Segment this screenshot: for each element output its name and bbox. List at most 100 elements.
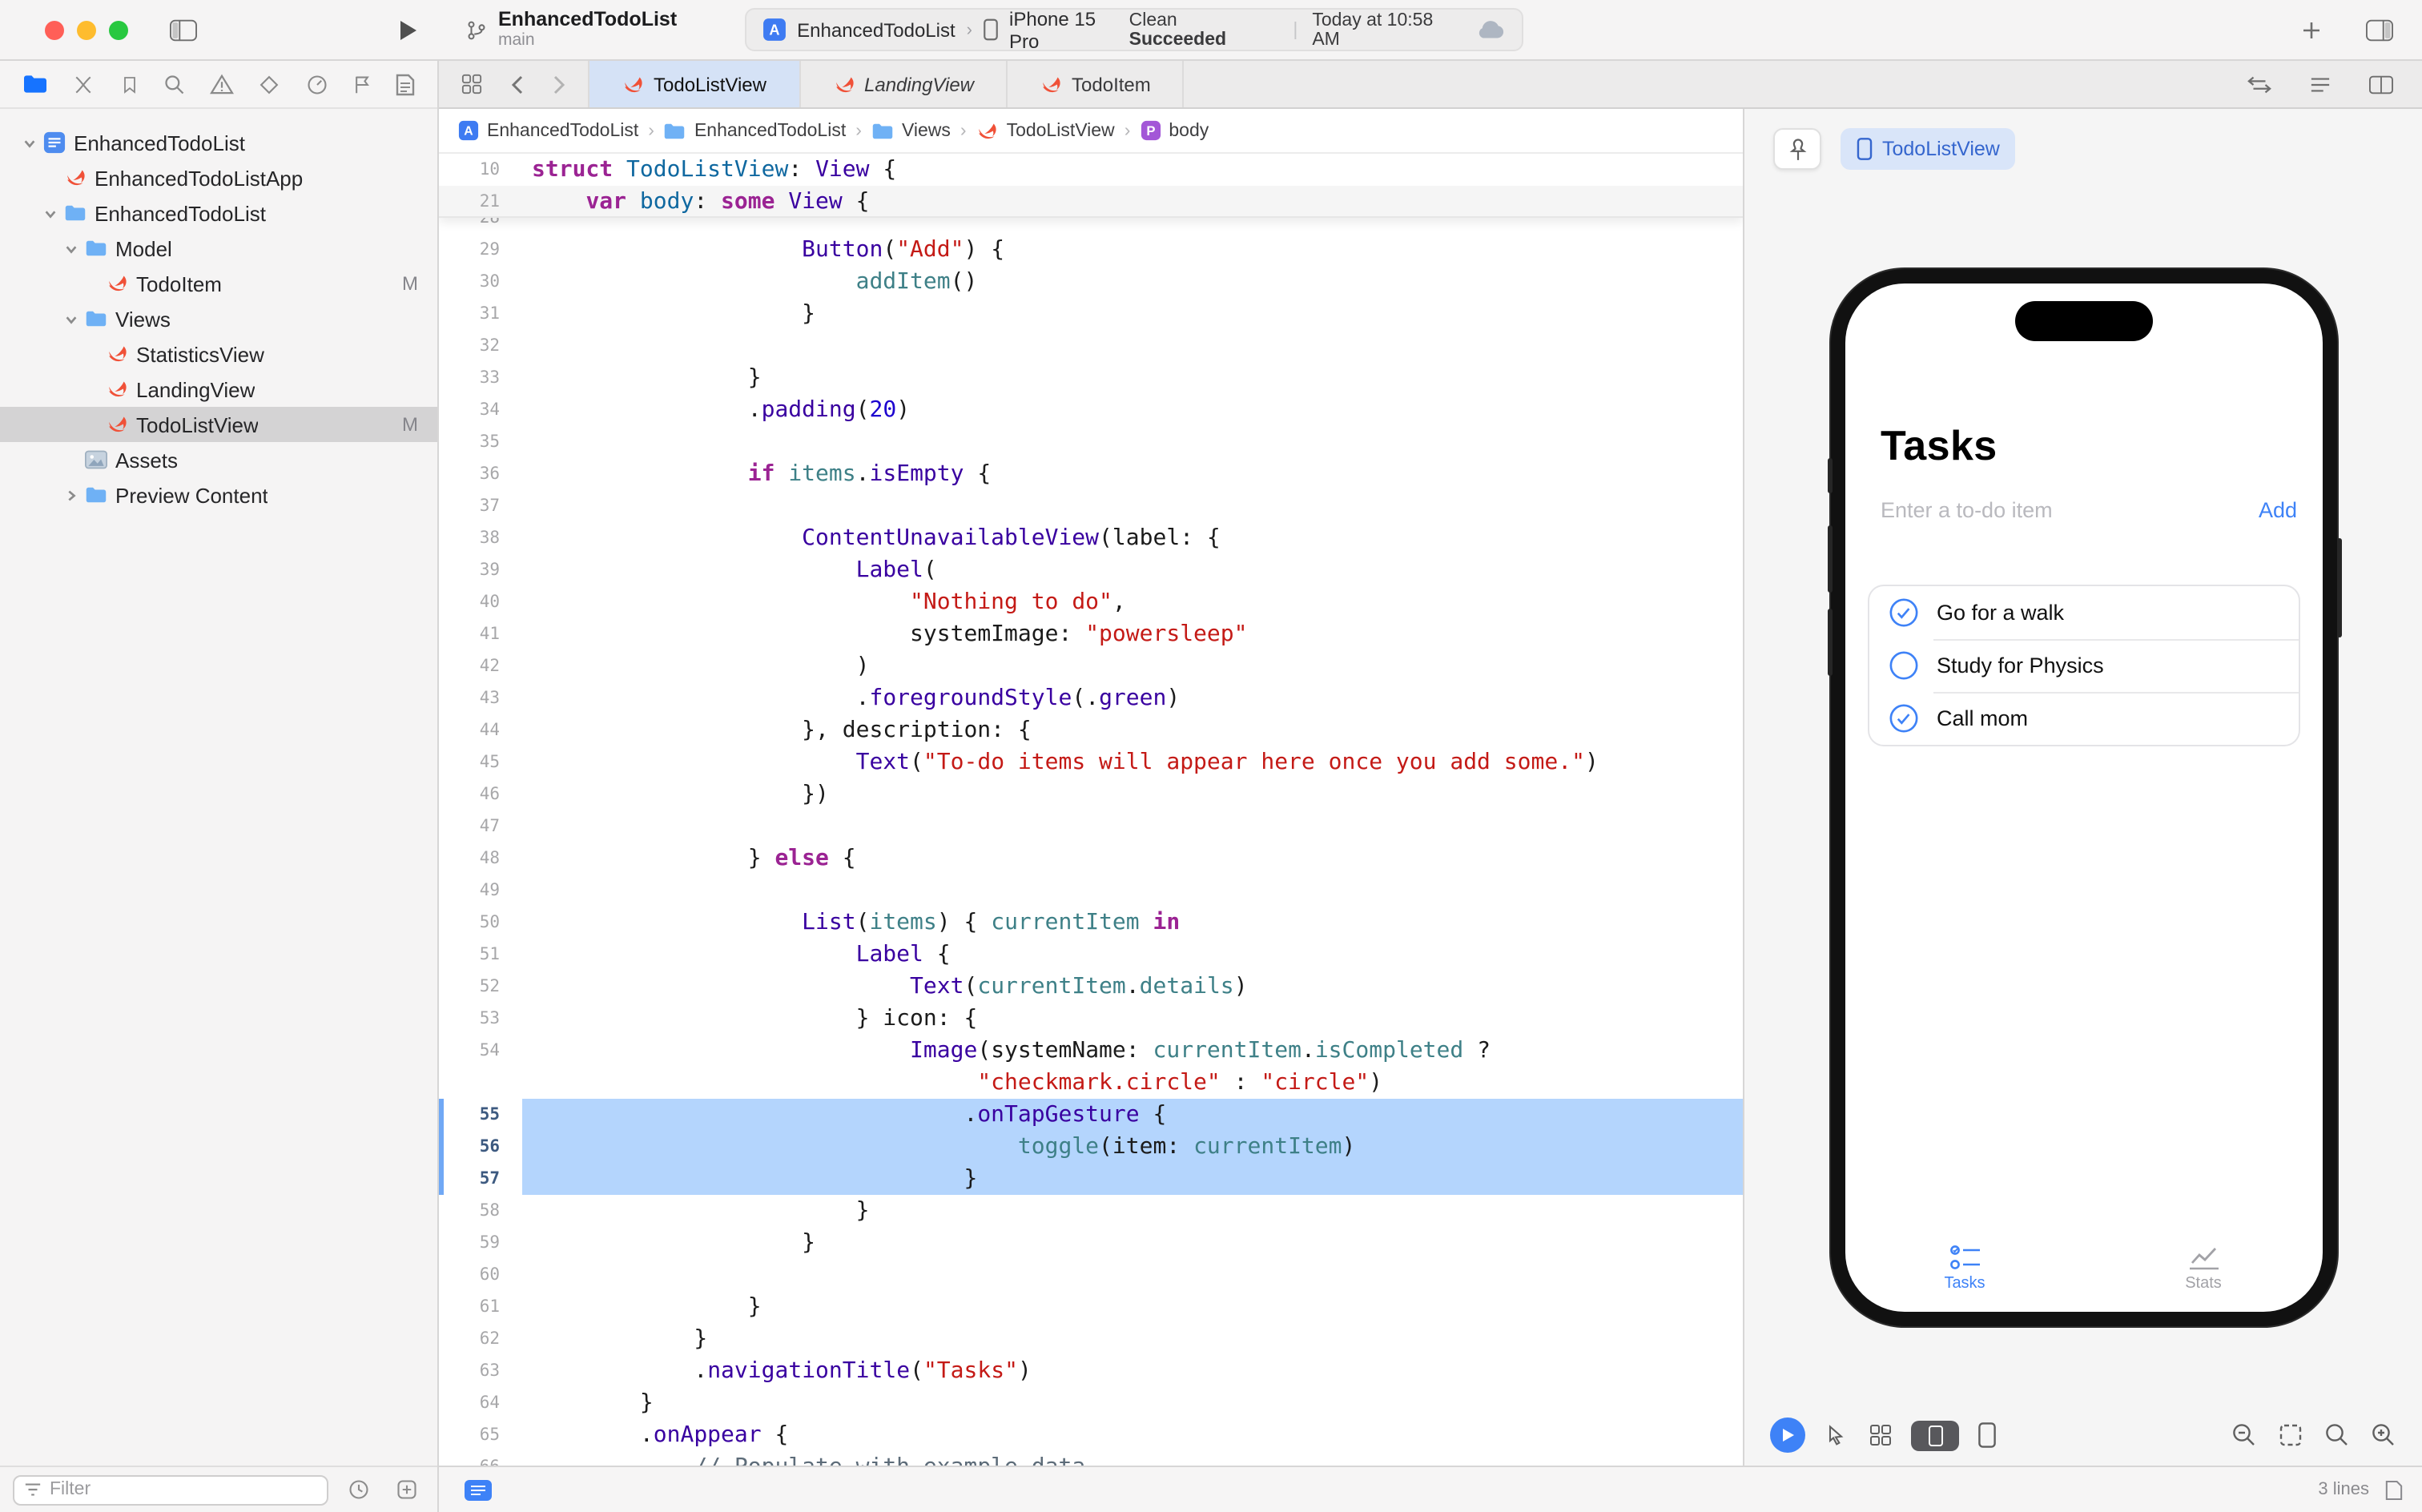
- code-line-54[interactable]: 54 Image(systemName: currentItem.isCompl…: [439, 1035, 1743, 1067]
- bookmarks-navigator-tab[interactable]: [116, 70, 142, 99]
- minimap-button[interactable]: [2303, 68, 2337, 100]
- todo-item[interactable]: Study for Physics: [1869, 639, 2299, 692]
- project-navigator-tab[interactable]: [19, 70, 51, 98]
- zoom-out-button[interactable]: [2228, 1419, 2260, 1451]
- code-line-43[interactable]: 43 .foregroundStyle(.green): [439, 682, 1743, 714]
- editor-options-button[interactable]: [458, 1473, 498, 1506]
- editor-tab-todoitem[interactable]: TodoItem: [1008, 61, 1185, 107]
- disclosure-down-icon[interactable]: [61, 312, 82, 326]
- code-line-58[interactable]: 58 }: [439, 1195, 1743, 1227]
- navigator-item-todolistview[interactable]: TodoListViewM: [0, 407, 437, 442]
- run-destination[interactable]: iPhone 15 Pro: [1009, 7, 1129, 52]
- editor-tab-landingview[interactable]: LandingView: [800, 61, 1008, 107]
- find-navigator-tab[interactable]: [160, 70, 189, 99]
- code-line-64[interactable]: 64 }: [439, 1387, 1743, 1419]
- code-line-62[interactable]: 62 }: [439, 1323, 1743, 1355]
- minimize-window-button[interactable]: [77, 20, 96, 39]
- device-button[interactable]: [1975, 1419, 1999, 1451]
- filter-scm-button[interactable]: [389, 1472, 424, 1507]
- breadcrumb-item-todolistview[interactable]: TodoListView: [976, 119, 1115, 142]
- code-line-49[interactable]: 49: [439, 875, 1743, 907]
- code-line-36[interactable]: 36 if items.isEmpty {: [439, 458, 1743, 490]
- pin-preview-button[interactable]: [1773, 128, 1821, 170]
- code-line-65[interactable]: 65 .onAppear {: [439, 1419, 1743, 1451]
- code-line-44[interactable]: 44 }, description: {: [439, 714, 1743, 746]
- preview-variants-button[interactable]: [1866, 1421, 1895, 1450]
- navigator-item-preview-content[interactable]: Preview Content: [0, 477, 437, 513]
- code-line-35[interactable]: 35: [439, 426, 1743, 458]
- zoom-fit-button[interactable]: [2275, 1419, 2307, 1451]
- code-line-51[interactable]: 51 Label {: [439, 939, 1743, 971]
- code-line-39[interactable]: 39 Label(: [439, 554, 1743, 586]
- live-preview-button[interactable]: [1770, 1418, 1805, 1453]
- run-button[interactable]: [392, 12, 424, 47]
- code-line-41[interactable]: 41 systemImage: "powersleep": [439, 618, 1743, 650]
- selectable-mode-button[interactable]: [1821, 1421, 1850, 1450]
- active-scheme-block[interactable]: EnhancedTodoList main: [466, 10, 677, 50]
- fullscreen-window-button[interactable]: [109, 20, 128, 39]
- zoom-in-button[interactable]: [2368, 1419, 2400, 1451]
- code-line-56[interactable]: 56 toggle(item: currentItem): [439, 1131, 1743, 1163]
- filter-field[interactable]: Filter: [13, 1474, 328, 1505]
- go-forward-button[interactable]: [546, 68, 572, 100]
- code-line-47[interactable]: 47: [439, 810, 1743, 842]
- tests-navigator-tab[interactable]: [255, 70, 284, 99]
- breadcrumb-item-body[interactable]: Pbody: [1140, 120, 1209, 141]
- device-settings-button[interactable]: [1911, 1420, 1959, 1450]
- code-line-21[interactable]: 21 var body: some View {: [439, 186, 1743, 218]
- breadcrumb-item-enhancedtodolist[interactable]: AEnhancedTodoList: [458, 120, 638, 141]
- reports-navigator-tab[interactable]: [392, 70, 418, 99]
- editor-tab-todolistview[interactable]: TodoListView: [588, 61, 800, 107]
- code-line-28[interactable]: 28: [439, 218, 1743, 234]
- filter-recent-button[interactable]: [341, 1472, 376, 1507]
- related-items-button[interactable]: [455, 67, 489, 101]
- phone-tab-stats[interactable]: Stats: [2084, 1225, 2323, 1312]
- go-back-button[interactable]: [505, 68, 530, 100]
- todo-input-placeholder[interactable]: Enter a to-do item: [1881, 498, 2053, 522]
- code-line-52[interactable]: 52 Text(currentItem.details): [439, 971, 1743, 1003]
- code-line-60[interactable]: 60: [439, 1259, 1743, 1291]
- code-line-37[interactable]: 37: [439, 490, 1743, 522]
- issues-navigator-tab[interactable]: [207, 70, 237, 98]
- code-line-31[interactable]: 31 }: [439, 298, 1743, 330]
- disclosure-down-icon[interactable]: [40, 206, 61, 220]
- activity-view[interactable]: A EnhancedTodoList › iPhone 15 Pro Clean…: [744, 8, 1523, 51]
- code-line-63[interactable]: 63 .navigationTitle("Tasks"): [439, 1355, 1743, 1387]
- phone-tab-tasks[interactable]: Tasks: [1845, 1225, 2084, 1312]
- source-control-navigator-tab[interactable]: [70, 70, 99, 99]
- code-line-46[interactable]: 46 }): [439, 778, 1743, 810]
- preview-target-chip[interactable]: TodoListView: [1841, 128, 2016, 170]
- navigator-item-enhancedtodolist[interactable]: EnhancedTodoList: [0, 195, 437, 231]
- code-line-33[interactable]: 33 }: [439, 362, 1743, 394]
- code-line-29[interactable]: 29 Button("Add") {: [439, 234, 1743, 266]
- close-window-button[interactable]: [45, 20, 64, 39]
- code-line-38[interactable]: 38 ContentUnavailableView(label: {: [439, 522, 1743, 554]
- add-todo-button[interactable]: Add: [2259, 498, 2297, 522]
- code-line-66[interactable]: 66 // Populate with example data: [439, 1451, 1743, 1466]
- code-line-30[interactable]: 30 addItem(): [439, 266, 1743, 298]
- code-line-61[interactable]: 61 }: [439, 1291, 1743, 1323]
- code-line-34[interactable]: 34 .padding(20): [439, 394, 1743, 426]
- todo-item[interactable]: Go for a walk: [1869, 586, 2299, 639]
- navigator-item-landingview[interactable]: LandingView: [0, 372, 437, 407]
- breakpoints-navigator-tab[interactable]: [349, 70, 375, 99]
- code-line-40[interactable]: 40 "Nothing to do",: [439, 586, 1743, 618]
- split-editor-button[interactable]: [2363, 68, 2400, 100]
- swap-editor-button[interactable]: [2241, 68, 2278, 100]
- navigator-item-enhancedtodolist[interactable]: EnhancedTodoList: [0, 125, 437, 160]
- code-line-wrap[interactable]: "checkmark.circle" : "circle"): [439, 1067, 1743, 1099]
- breadcrumb-item-enhancedtodolist[interactable]: EnhancedTodoList: [664, 121, 846, 140]
- code-line-45[interactable]: 45 Text("To-do items will appear here on…: [439, 746, 1743, 778]
- code-line-32[interactable]: 32: [439, 330, 1743, 362]
- navigator-item-todoitem[interactable]: TodoItemM: [0, 266, 437, 301]
- breadcrumb-item-views[interactable]: Views: [871, 121, 951, 140]
- debug-navigator-tab[interactable]: [302, 70, 331, 99]
- code-line-48[interactable]: 48 } else {: [439, 842, 1743, 875]
- disclosure-right-icon[interactable]: [61, 488, 82, 502]
- code-line-42[interactable]: 42 ): [439, 650, 1743, 682]
- source-editor[interactable]: 10struct TodoListView: View {21 var body…: [439, 154, 1743, 1466]
- todo-item[interactable]: Call mom: [1869, 692, 2299, 745]
- scheme-name[interactable]: EnhancedTodoList: [797, 18, 956, 41]
- navigator-item-statisticsview[interactable]: StatisticsView: [0, 336, 437, 372]
- code-line-50[interactable]: 50 List(items) { currentItem in: [439, 907, 1743, 939]
